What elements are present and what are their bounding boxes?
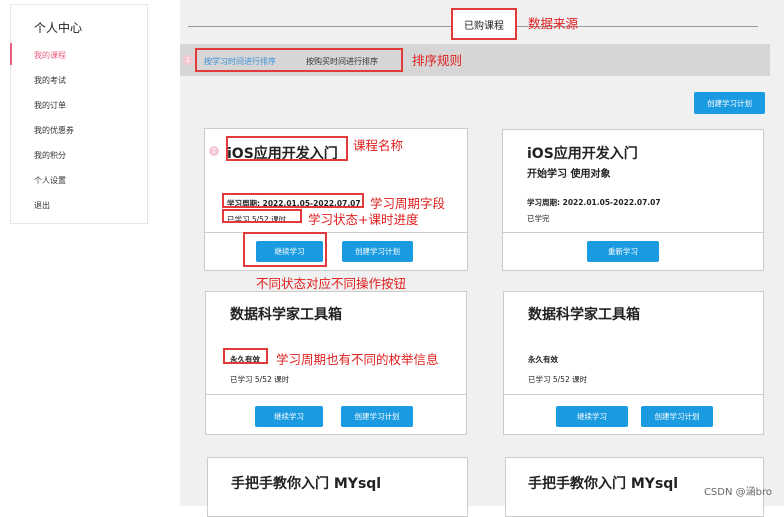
tab-purchased-courses[interactable]: 已购课程 <box>451 8 517 40</box>
highlight-period <box>222 193 364 208</box>
sidebar-title: 个人中心 <box>34 21 83 35</box>
highlight-status <box>222 209 302 223</box>
create-study-plan-button[interactable]: 创建学习计划 <box>641 406 713 427</box>
highlight-course-name <box>226 136 348 161</box>
sidebar: 个人中心 我的课程 我的考试 我的订单 我的优惠券 我的积分 个人设置 退出 <box>10 4 148 224</box>
card-divider <box>503 232 763 233</box>
sidebar-item-logout[interactable]: 退出 <box>34 200 50 211</box>
course-card: iOS应用开发入门 开始学习 使用对象 学习周期: 2022.01.05-202… <box>502 129 764 271</box>
course-name[interactable]: iOS应用开发入门 <box>527 143 638 163</box>
create-study-plan-button[interactable]: 创建学习计划 <box>694 92 765 114</box>
annotation-data-source: 数据来源 <box>528 16 579 31</box>
sidebar-item-my-courses[interactable]: 我的课程 <box>34 50 66 61</box>
sidebar-item-my-points[interactable]: 我的积分 <box>34 150 66 161</box>
course-status: 已学习 5/52 课时 <box>230 375 290 384</box>
highlight-period-enum <box>223 348 268 364</box>
watermark: CSDN @涵bro <box>703 487 772 498</box>
card-divider <box>206 394 466 395</box>
restart-learning-button[interactable]: 重新学习 <box>587 241 659 262</box>
annotation-status-buttons: 不同状态对应不同操作按钮 <box>256 276 407 291</box>
highlight-action-buttons <box>243 232 327 267</box>
create-study-plan-button[interactable]: 创建学习计划 <box>341 406 413 427</box>
course-name[interactable]: 数据科学家工具箱 <box>528 304 640 324</box>
course-card: 数据科学家工具箱 永久有效 已学习 5/52 课时 继续学习 创建学习计划 <box>503 291 764 435</box>
sidebar-item-settings[interactable]: 个人设置 <box>34 175 66 186</box>
course-status: 已学完 <box>527 214 550 223</box>
course-name[interactable]: 手把手教你入门 MYsql <box>528 473 678 493</box>
sidebar-item-my-orders[interactable]: 我的订单 <box>34 100 66 111</box>
course-name[interactable]: 数据科学家工具箱 <box>230 304 342 324</box>
course-period: 永久有效 <box>528 355 558 364</box>
continue-learning-button[interactable]: 继续学习 <box>556 406 628 427</box>
annotation-sort-rule: 排序规则 <box>412 53 463 68</box>
annotation-period-enum: 学习周期也有不同的枚举信息 <box>276 352 439 367</box>
course-status: 已学习 5/52 课时 <box>528 375 588 384</box>
card-divider <box>504 394 763 395</box>
highlight-sort-options <box>195 48 403 72</box>
course-name[interactable]: 手把手教你入门 MYsql <box>231 473 381 493</box>
annotation-course-name: 课程名称 <box>353 138 404 153</box>
course-card: 手把手教你入门 MYsql <box>207 457 468 517</box>
course-period: 学习周期: 2022.01.05-2022.07.07 <box>527 198 661 207</box>
step-badge-1: 1 <box>183 55 193 65</box>
course-subtitle: 开始学习 使用对象 <box>527 169 611 180</box>
main-content: 已购课程 数据来源 1 按学习时间进行排序 按购买时间进行排序 排序规则 创建学… <box>180 0 784 517</box>
step-badge-2: 2 <box>209 146 219 156</box>
annotation-status-progress: 学习状态+课时进度 <box>308 212 419 227</box>
create-study-plan-button[interactable]: 创建学习计划 <box>342 241 413 262</box>
sidebar-item-my-exams[interactable]: 我的考试 <box>34 75 66 86</box>
continue-learning-button[interactable]: 继续学习 <box>255 406 323 427</box>
sidebar-active-indicator <box>10 43 12 65</box>
sidebar-item-my-coupons[interactable]: 我的优惠券 <box>34 125 74 136</box>
